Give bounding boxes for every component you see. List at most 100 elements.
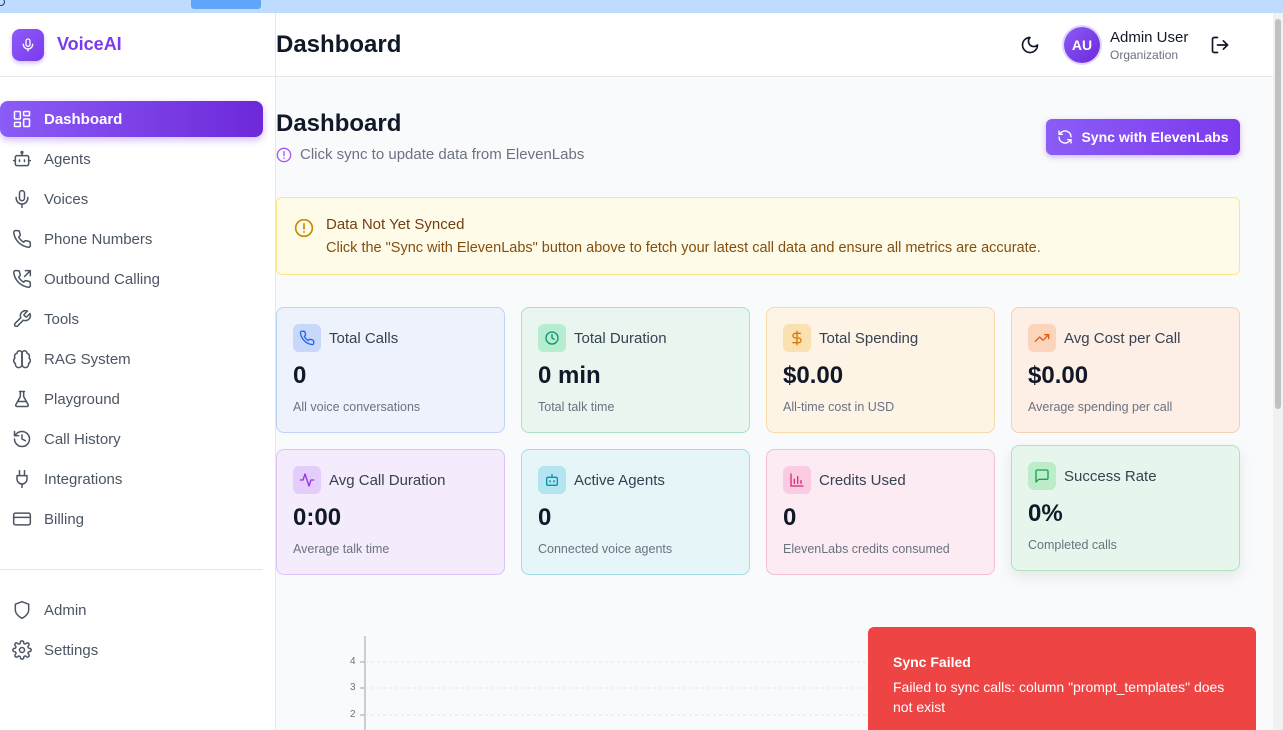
trending-up-icon	[1028, 324, 1056, 352]
sidebar-item-rag-system[interactable]: RAG System	[0, 341, 263, 377]
stat-card-success-rate: Success Rate 0% Completed calls	[1011, 445, 1240, 571]
wrench-icon	[13, 309, 32, 328]
user-organization: Organization	[1110, 48, 1179, 62]
layout-dashboard-icon	[13, 110, 31, 128]
message-square-icon	[1028, 462, 1056, 490]
alert-circle-icon	[294, 218, 314, 238]
sidebar-item-label: Integrations	[44, 470, 123, 488]
stat-card-total-calls: Total Calls 0 All voice conversations	[276, 307, 505, 433]
sync-warning-alert: Data Not Yet Synced Click the "Sync with…	[276, 197, 1240, 275]
chart-canvas	[360, 636, 870, 730]
sidebar: VoiceAI Dashboard Agents Voices Phone Nu…	[0, 13, 276, 730]
sidebar-item-label: Admin	[44, 601, 87, 619]
stat-description: Completed calls	[1028, 538, 1117, 552]
chart-tick-label: 4	[350, 656, 356, 667]
sidebar-item-label: Billing	[44, 510, 85, 528]
sidebar-item-label: Agents	[44, 150, 91, 168]
page-title: Dashboard	[276, 110, 402, 137]
sidebar-item-label: Outbound Calling	[44, 270, 160, 288]
stat-title: Total Spending	[819, 330, 919, 347]
logout-button[interactable]	[1210, 35, 1230, 55]
chart-tick-label: 3	[350, 682, 356, 693]
scrollbar-thumb[interactable]	[1275, 19, 1281, 409]
activity-icon	[293, 466, 321, 494]
stat-description: All-time cost in USD	[783, 400, 895, 414]
brand[interactable]: VoiceAI	[0, 13, 275, 77]
bar-chart-icon	[783, 466, 811, 494]
sidebar-item-admin[interactable]: Admin	[0, 592, 263, 628]
sidebar-item-label: Settings	[44, 641, 99, 659]
toast-title: Sync Failed	[893, 654, 971, 670]
sidebar-item-settings[interactable]: Settings	[0, 632, 263, 668]
refresh-icon	[1058, 130, 1073, 144]
sidebar-item-billing[interactable]: Billing	[0, 501, 263, 537]
sidebar-item-integrations[interactable]: Integrations	[0, 461, 263, 497]
stat-card-credits-used: Credits Used 0 ElevenLabs credits consum…	[766, 449, 995, 575]
sidebar-item-label: Dashboard	[44, 110, 123, 128]
alert-title: Data Not Yet Synced	[326, 216, 465, 233]
stat-title: Avg Cost per Call	[1064, 330, 1181, 347]
sidebar-item-label: Playground	[44, 390, 120, 408]
stat-value: $0.00	[1028, 362, 1089, 389]
sidebar-item-outbound-calling[interactable]: Outbound Calling	[0, 261, 263, 297]
page-scrollbar[interactable]	[1273, 13, 1283, 730]
phone-icon	[13, 229, 32, 248]
stat-title: Total Calls	[329, 330, 399, 347]
sidebar-item-dashboard[interactable]: Dashboard	[0, 101, 263, 137]
mic-icon	[12, 28, 44, 61]
stat-description: ElevenLabs credits consumed	[783, 542, 950, 556]
page-subtitle: Click sync to update data from ElevenLab…	[276, 146, 584, 163]
sidebar-item-voices[interactable]: Voices	[0, 181, 263, 217]
sidebar-item-label: Phone Numbers	[44, 230, 153, 248]
info-circle-icon	[276, 147, 292, 162]
toast-message: Failed to sync calls: column "prompt_tem…	[893, 679, 1225, 715]
gear-icon	[12, 640, 32, 660]
plug-icon	[16, 469, 28, 489]
stat-title: Active Agents	[574, 472, 665, 489]
log-out-icon	[1211, 36, 1229, 54]
shield-icon	[14, 600, 30, 620]
sidebar-item-agents[interactable]: Agents	[0, 141, 263, 177]
sync-button-label: Sync with ElevenLabs	[1081, 129, 1229, 145]
sidebar-bottom-nav: Admin Settings	[0, 592, 263, 672]
sidebar-item-label: Call History	[44, 430, 121, 448]
clock-icon	[538, 324, 566, 352]
sidebar-item-tools[interactable]: Tools	[0, 301, 263, 337]
browser-top-strip	[0, 0, 1283, 13]
stat-description: All voice conversations	[293, 400, 421, 414]
sidebar-item-call-history[interactable]: Call History	[0, 421, 263, 457]
stat-value: $0.00	[783, 362, 844, 389]
stat-title: Credits Used	[819, 472, 906, 489]
stat-value: 0%	[1028, 500, 1063, 527]
phone-icon	[293, 324, 321, 352]
sidebar-item-label: RAG System	[44, 350, 131, 368]
sidebar-nav: Dashboard Agents Voices Phone Numbers Ou…	[0, 101, 263, 541]
page-subtitle-text: Click sync to update data from ElevenLab…	[300, 146, 585, 163]
stat-description: Average talk time	[293, 542, 390, 556]
sidebar-item-label: Voices	[44, 190, 89, 208]
stat-value: 0	[538, 504, 552, 531]
stat-description: Total talk time	[538, 400, 615, 414]
sidebar-divider	[0, 569, 263, 570]
bot-icon	[538, 466, 566, 494]
avatar[interactable]: AU	[1064, 27, 1100, 63]
header-title: Dashboard	[276, 31, 402, 58]
bot-icon	[12, 150, 32, 167]
stat-description: Connected voice agents	[538, 542, 673, 556]
sync-button[interactable]: Sync with ElevenLabs	[1046, 119, 1240, 155]
sidebar-item-playground[interactable]: Playground	[0, 381, 263, 417]
sidebar-item-label: Tools	[44, 310, 80, 328]
stat-title: Avg Call Duration	[329, 472, 446, 489]
highlight-tab	[191, 0, 261, 9]
error-toast[interactable]: Sync Failed Failed to sync calls: column…	[868, 627, 1256, 730]
theme-toggle-button[interactable]	[1020, 35, 1040, 55]
stat-card-total-spending: Total Spending $0.00 All-time cost in US…	[766, 307, 995, 433]
stat-title: Total Duration	[574, 330, 667, 347]
stat-description: Average spending per call	[1028, 400, 1173, 414]
sidebar-item-phone-numbers[interactable]: Phone Numbers	[0, 221, 263, 257]
stat-value: 0:00	[293, 504, 342, 531]
moon-icon	[1021, 36, 1039, 54]
calls-chart: 4 3 2	[340, 630, 870, 730]
top-header: Dashboard AU Admin User Organization	[276, 13, 1273, 77]
alert-text: Click the "Sync with ElevenLabs" button …	[326, 240, 1041, 256]
